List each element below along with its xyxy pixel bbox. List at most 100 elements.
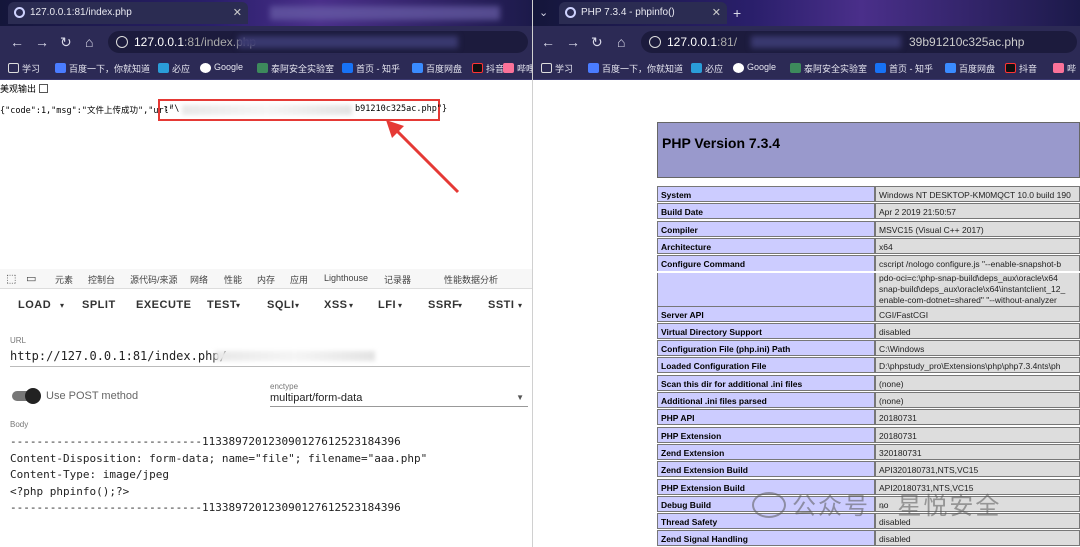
phpinfo-row: Loaded Configuration File D:\phpstudy_pro… [657,357,1080,374]
phpinfo-value: x64 [875,237,1080,254]
bookmark-3[interactable]: 必应 [691,62,723,75]
enctype-value: multipart/form-data [270,392,363,404]
tab-search-icon[interactable]: ⌄ [539,4,548,22]
devtools-tab-performance[interactable]: 性能 [224,273,242,286]
phpinfo-key: Zend Extension [657,443,875,460]
tab-index-php[interactable]: 127.0.0.1:81/index.php ✕ [8,2,248,24]
devtools-tab-console[interactable]: 控制台 [88,273,115,286]
bookmark-5[interactable]: 泰阿安全实验室 [257,62,334,75]
hackbar-xss[interactable]: XSS [324,299,348,311]
lfi-caret-icon: ▾ [398,301,403,310]
netdisk-icon [412,63,423,73]
hackbar-test[interactable]: TEST [207,299,237,311]
bookmark-2[interactable]: 百度一下，你就知道 [55,62,150,75]
address-bar[interactable]: 127.0.0.1:81/index.php [108,31,528,53]
phpinfo-value: cscript /nologo configure.js "--enable-s… [875,255,1080,272]
bookmarks-bar: 学习 百度一下，你就知道 必应 Google 泰阿安全实验室 首页 - 知乎 百… [0,58,532,80]
reload-icon[interactable]: ↻ [60,33,72,51]
devtools-tab-sources[interactable]: 源代码/来源 [130,273,178,286]
tab-phpinfo[interactable]: PHP 7.3.4 - phpinfo() ✕ [559,2,727,24]
bookmark-6[interactable]: 首页 - 知乎 [342,62,400,75]
phpinfo-row: Additional .ini files parsed (none) [657,392,1080,408]
phpinfo-key: Configuration File (php.ini) Path [657,340,875,357]
json-prefix: {"code":1,"msg":"文件上传成功","url" [0,106,174,116]
home-icon[interactable]: ⌂ [85,33,93,51]
bookmark-1[interactable]: 学习 [8,62,40,75]
redacted-area [270,6,500,20]
bookmark-1[interactable]: 学习 [541,62,573,75]
bookmark-9[interactable]: 哔 [1053,62,1076,75]
devtools-tabbar: ⬚ ▭ 元素 控制台 源代码/来源 网络 性能 内存 应用 Lighthouse… [0,269,532,289]
phpinfo-value: C:\Windows [875,340,1080,357]
devtools-tab-application[interactable]: 应用 [290,273,308,286]
phpinfo-row: Zend Signal Handling disabled [657,530,1080,547]
bookmark-3[interactable]: 必应 [158,62,190,75]
bookmark-2[interactable]: 百度一下，你就知道 [588,62,683,75]
phpinfo-key: Build Date [657,203,875,220]
phpinfo-key: Scan this dir for additional .ini files [657,374,875,391]
post-toggle[interactable] [12,388,41,404]
dropdown-caret-icon[interactable]: ▾ [60,301,65,310]
devtools-tab-elements[interactable]: 元素 [55,273,73,286]
hackbar-execute[interactable]: EXECUTE [136,299,191,311]
hackbar-load[interactable]: LOAD [18,299,51,311]
home-icon[interactable]: ⌂ [617,33,625,51]
douyin-icon [472,63,483,73]
address-bar[interactable]: 127.0.0.1:81/ 39b91210c325ac.php [641,31,1077,53]
phpinfo-value: (none) [875,374,1080,391]
bookmark-5[interactable]: 泰阿安全实验室 [790,62,867,75]
hackbar-ssti[interactable]: SSTI [488,299,514,311]
phpinfo-value: CGI/FastCGI [875,305,1080,322]
ssrf-caret-icon: ▾ [458,301,463,310]
pretty-print-checkbox[interactable] [38,84,48,93]
enctype-select[interactable]: multipart/form-data ▼ [270,391,528,407]
hackbar-split[interactable]: SPLIT [82,299,116,311]
bookmark-7[interactable]: 百度网盘 [412,62,462,75]
device-toggle-icon[interactable]: ▭ [26,272,36,285]
bookmark-4[interactable]: Google [733,62,776,73]
devtools-tab-memory[interactable]: 内存 [257,273,275,286]
phpinfo-value: disabled [875,530,1080,547]
body-label: Body [10,420,29,429]
reload-icon[interactable]: ↻ [591,33,603,51]
bookmark-4[interactable]: Google [200,62,243,73]
watermark: 公众号 · 星悦安全 [752,486,1001,521]
zhihu-icon [875,63,886,73]
body-textarea[interactable]: -----------------------------11338972012… [10,434,530,517]
devtools-tab-perf-insights[interactable]: 性能数据分析 [444,273,498,286]
close-tab-icon[interactable]: ✕ [712,2,721,24]
forward-arrow-icon[interactable]: → [566,33,580,51]
bookmark-8[interactable]: 抖音 [1005,62,1037,75]
redacted-url [238,36,458,48]
hackbar-lfi[interactable]: LFI [378,299,396,311]
hackbar-menu: LOAD ▾ SPLIT EXECUTE TEST ▾ SQLI ▾ XSS ▾… [0,296,532,316]
annotation-arrow [386,120,460,194]
bookmark-6[interactable]: 首页 - 知乎 [875,62,933,75]
forward-arrow-icon[interactable]: → [35,33,49,51]
zhihu-icon [342,63,353,73]
google-icon [200,63,211,73]
inspect-icon[interactable]: ⬚ [6,272,16,285]
globe-icon [565,7,576,18]
globe-icon [14,7,25,18]
phpinfo-key: PHP API [657,409,875,426]
bookmark-8[interactable]: 抖音 [472,62,504,75]
hackbar-sqli[interactable]: SQLI [267,299,295,311]
new-tab-icon[interactable]: + [733,4,741,22]
netdisk-icon [945,63,956,73]
devtools-tab-recorder[interactable]: 记录器 [384,273,411,286]
close-tab-icon[interactable]: ✕ [233,2,242,24]
folder-icon [8,63,19,73]
hackbar-url-input[interactable]: http://127.0.0.1:81/index.php/ [10,347,530,367]
hackbar-ssrf[interactable]: SSRF [428,299,459,311]
back-arrow-icon[interactable]: ← [10,33,24,51]
phpinfo-key: Configure Command [657,255,875,272]
phpinfo-key: Loaded Configuration File [657,357,875,374]
devtools-tab-network[interactable]: 网络 [190,273,208,286]
back-arrow-icon[interactable]: ← [541,33,555,51]
phpinfo-key: Architecture [657,237,875,254]
body-line: <?php phpinfo();?> [10,484,130,498]
bookmark-7[interactable]: 百度网盘 [945,62,995,75]
bookmark-9[interactable]: 哔哩 [503,62,532,75]
devtools-tab-lighthouse[interactable]: Lighthouse [324,273,368,283]
